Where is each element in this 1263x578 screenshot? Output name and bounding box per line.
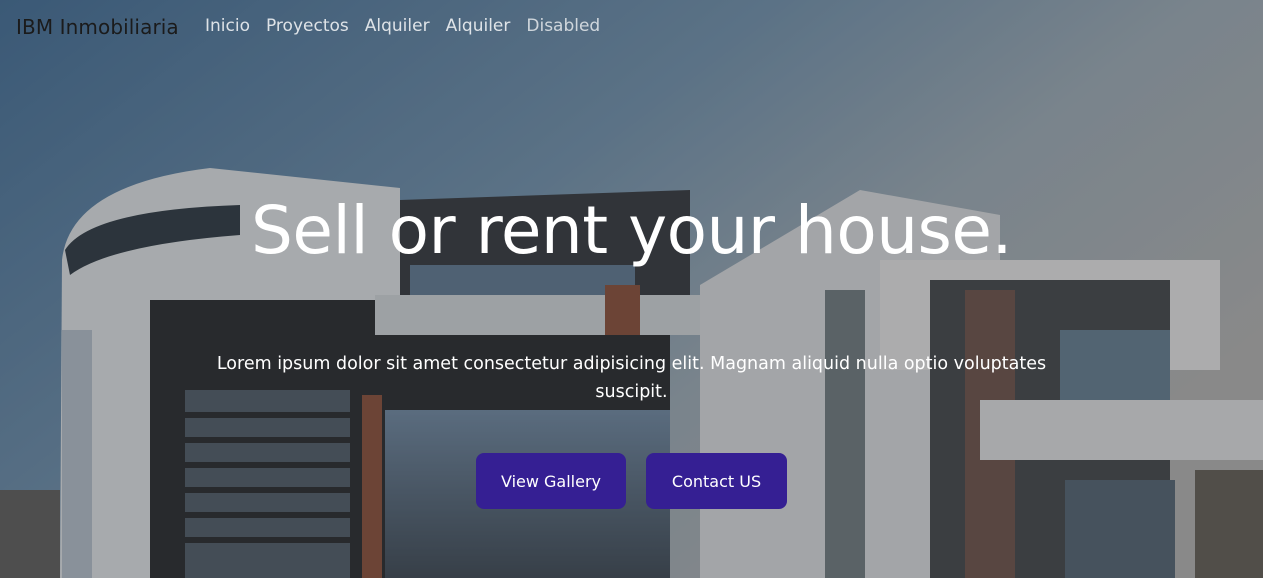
contact-us-button[interactable]: Contact US	[646, 453, 787, 509]
nav-links: Inicio Proyectos Alquiler Alquiler Disab…	[205, 16, 616, 36]
hero-lead-text: Lorem ipsum dolor sit amet consectetur a…	[216, 354, 1047, 402]
top-navbar: IBM Inmobiliaria Inicio Proyectos Alquil…	[0, 0, 1263, 56]
brand-logo[interactable]: IBM Inmobiliaria	[16, 15, 179, 39]
nav-link-disabled: Disabled	[526, 16, 601, 36]
dark-overlay	[0, 0, 1263, 578]
nav-link-inicio[interactable]: Inicio	[205, 16, 250, 36]
hero-section: IBM Inmobiliaria Inicio Proyectos Alquil…	[0, 0, 1263, 578]
view-gallery-button[interactable]: View Gallery	[476, 453, 626, 509]
nav-link-alquiler-2[interactable]: Alquiler	[446, 16, 511, 36]
nav-link-proyectos[interactable]: Proyectos	[266, 16, 349, 36]
hero-headline: Sell or rent your house.	[250, 192, 1013, 269]
nav-link-alquiler[interactable]: Alquiler	[365, 16, 430, 36]
